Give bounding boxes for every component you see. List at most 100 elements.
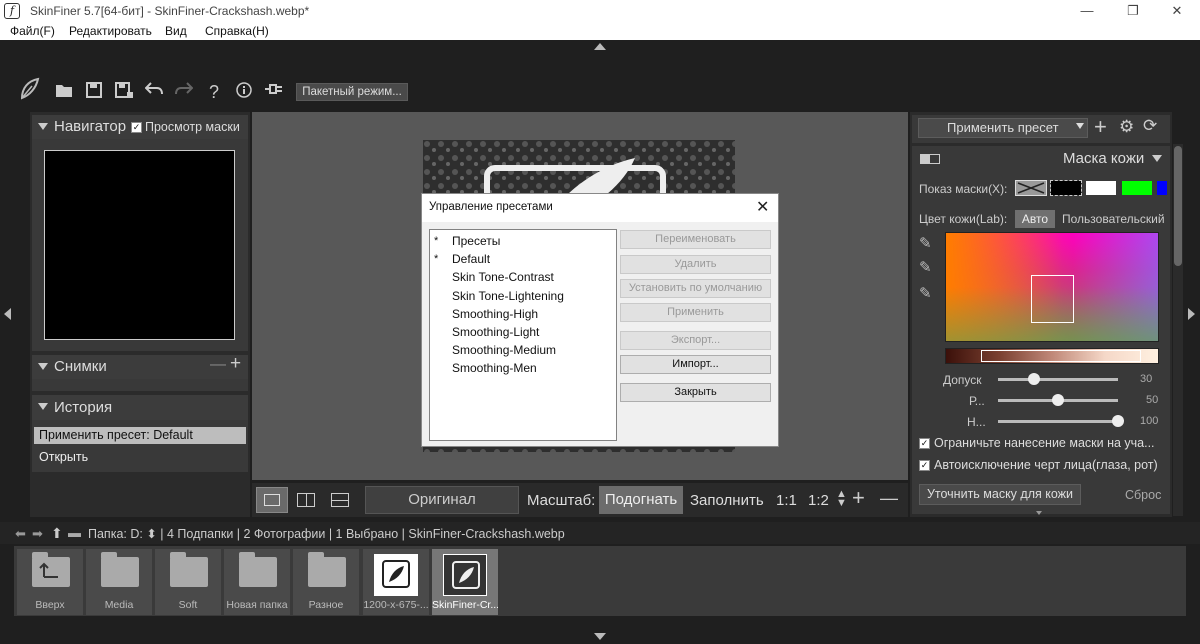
maximize-button[interactable]: ❐ [1110,0,1156,22]
folder-thumbnail[interactable]: Разное [293,549,359,615]
caret-down-icon[interactable] [38,123,48,130]
slider-r-thumb[interactable] [1052,394,1064,406]
preset-list-item[interactable]: Smoothing-Light [452,325,539,339]
back-arrow-icon[interactable]: ⬅ [15,526,26,542]
up-arrow-icon[interactable]: ⬆ [51,525,63,542]
gear-icon[interactable]: ⚙ [1119,117,1134,137]
collapse-top-icon[interactable] [594,43,606,50]
navigator-preview[interactable] [44,150,235,340]
zoom-1-1-button[interactable]: 1:1 [776,492,797,509]
caret-down-icon[interactable] [38,363,48,370]
mask-white-swatch[interactable] [1086,181,1116,195]
fill-button[interactable]: Заполнить [690,492,764,509]
batch-mode-button[interactable]: Пакетный режим... [296,83,408,101]
info-icon[interactable] [234,82,254,102]
reset-button[interactable]: Сброс [1125,488,1161,502]
eyedropper-icon[interactable]: ✎ [919,234,932,252]
save-as-icon[interactable] [114,82,134,102]
mask-blue-swatch[interactable] [1157,181,1167,195]
folder-icon [170,552,208,587]
mask-none-swatch[interactable] [1015,180,1047,196]
delete-button[interactable]: Удалить [620,255,771,274]
eyedropper-minus-icon[interactable]: ✎ [919,284,932,302]
menu-edit[interactable]: Редактировать [69,24,152,38]
add-preset-icon[interactable]: + [1094,114,1107,140]
slider-h[interactable] [998,420,1118,423]
path-text[interactable]: Папка: D: ⬍ | 4 Подпапки | 2 Фотографии … [88,526,565,541]
zoom-in-icon[interactable]: + [852,485,865,511]
caret-down-icon[interactable] [38,403,48,410]
split-horizontal-button[interactable] [326,487,356,513]
preset-list[interactable]: * Пресеты * Default Skin Tone-Contrast Skin T… [429,229,617,441]
skin-tone-gradient[interactable] [945,348,1159,364]
preset-list-item[interactable]: Пресеты [452,234,500,248]
auto-button[interactable]: Авто [1015,210,1055,228]
save-icon[interactable] [84,82,104,102]
selection-box[interactable] [1031,275,1074,323]
help-icon[interactable]: ? [204,82,224,102]
image-thumbnail[interactable]: SkinFiner-Cr... [432,549,498,615]
remove-snapshot-icon[interactable]: — [210,356,226,374]
close-dialog-button[interactable]: Закрыть [620,383,771,402]
menu-help[interactable]: Справка(H) [205,24,269,38]
preset-list-item[interactable]: Smoothing-High [452,307,538,321]
zoom-out-icon[interactable]: — [880,488,898,509]
right-scrollbar[interactable] [1173,144,1183,516]
auto-exclude-checkbox[interactable]: ✓ [919,460,930,471]
collapse-left-icon[interactable] [4,308,11,320]
apply-button[interactable]: Применить [620,303,771,322]
folder-thumbnail[interactable]: Soft [155,549,221,615]
fit-button[interactable]: Подогнать [599,486,683,514]
preset-list-item[interactable]: Smoothing-Medium [452,343,556,357]
toggle-icon[interactable] [920,154,940,164]
refresh-icon[interactable]: ⟳ [1143,116,1157,136]
import-button[interactable]: Импорт... [620,355,771,374]
menu-file[interactable]: Файл(F) [10,24,55,38]
caret-down-icon[interactable] [1152,155,1162,162]
preset-list-item[interactable]: Smoothing-Men [452,361,537,375]
add-snapshot-icon[interactable]: + [230,353,241,375]
mask-green-swatch[interactable] [1122,181,1152,195]
split-vertical-button[interactable] [292,487,322,513]
collapse-bottom-icon[interactable] [594,633,606,640]
image-thumbnail[interactable]: 1200-x-675-... [363,549,429,615]
single-view-button[interactable] [256,487,288,513]
open-folder-icon[interactable] [54,82,74,102]
tolerance-slider[interactable] [998,378,1118,381]
tolerance-slider-thumb[interactable] [1028,373,1040,385]
eyedropper-plus-icon[interactable]: ✎ [919,258,932,276]
original-button[interactable]: Оригинал [365,486,519,514]
folder-up-thumbnail[interactable]: Вверх [17,549,83,615]
custom-button[interactable]: Пользовательский [1062,212,1165,226]
minimize-button[interactable]: — [1064,0,1110,22]
redo-icon[interactable] [174,82,194,102]
collapse-right-icon[interactable] [1188,308,1195,320]
mask-preview-checkbox[interactable]: ✓ [131,122,142,133]
tone-range[interactable] [981,350,1141,362]
menu-view[interactable]: Вид [165,24,187,38]
folder-thumbnail[interactable]: Новая папка [224,549,290,615]
set-default-button[interactable]: Установить по умолчанию [620,279,771,298]
mask-black-swatch[interactable] [1050,180,1082,196]
preset-list-item[interactable]: Default [452,252,490,266]
plugin-icon[interactable] [264,82,284,102]
zoom-stepper-icon[interactable]: ▲ ▼ [836,489,847,509]
export-button[interactable]: Экспорт... [620,331,771,350]
forward-arrow-icon[interactable]: ➡ [32,526,43,542]
preset-dropdown[interactable]: Применить пресет [918,118,1088,138]
preset-list-item[interactable]: Skin Tone-Lightening [452,289,564,303]
limit-mask-checkbox[interactable]: ✓ [919,438,930,449]
refine-mask-button[interactable]: Уточнить маску для кожи [919,484,1081,505]
undo-icon[interactable] [144,82,164,102]
slider-h-thumb[interactable] [1112,415,1124,427]
lab-color-field[interactable] [945,232,1159,342]
folder-thumbnail[interactable]: Media [86,549,152,615]
rename-button[interactable]: Переименовать [620,230,771,249]
preset-list-item[interactable]: Skin Tone-Contrast [452,270,554,284]
dialog-close-icon[interactable]: ✕ [756,197,769,217]
history-item[interactable]: Применить пресет: Default [34,427,246,444]
close-button[interactable]: ✕ [1154,0,1200,22]
thumbnail-label: Soft [178,599,198,611]
zoom-1-2-button[interactable]: 1:2 [808,492,829,509]
history-item[interactable]: Открыть [34,449,246,466]
